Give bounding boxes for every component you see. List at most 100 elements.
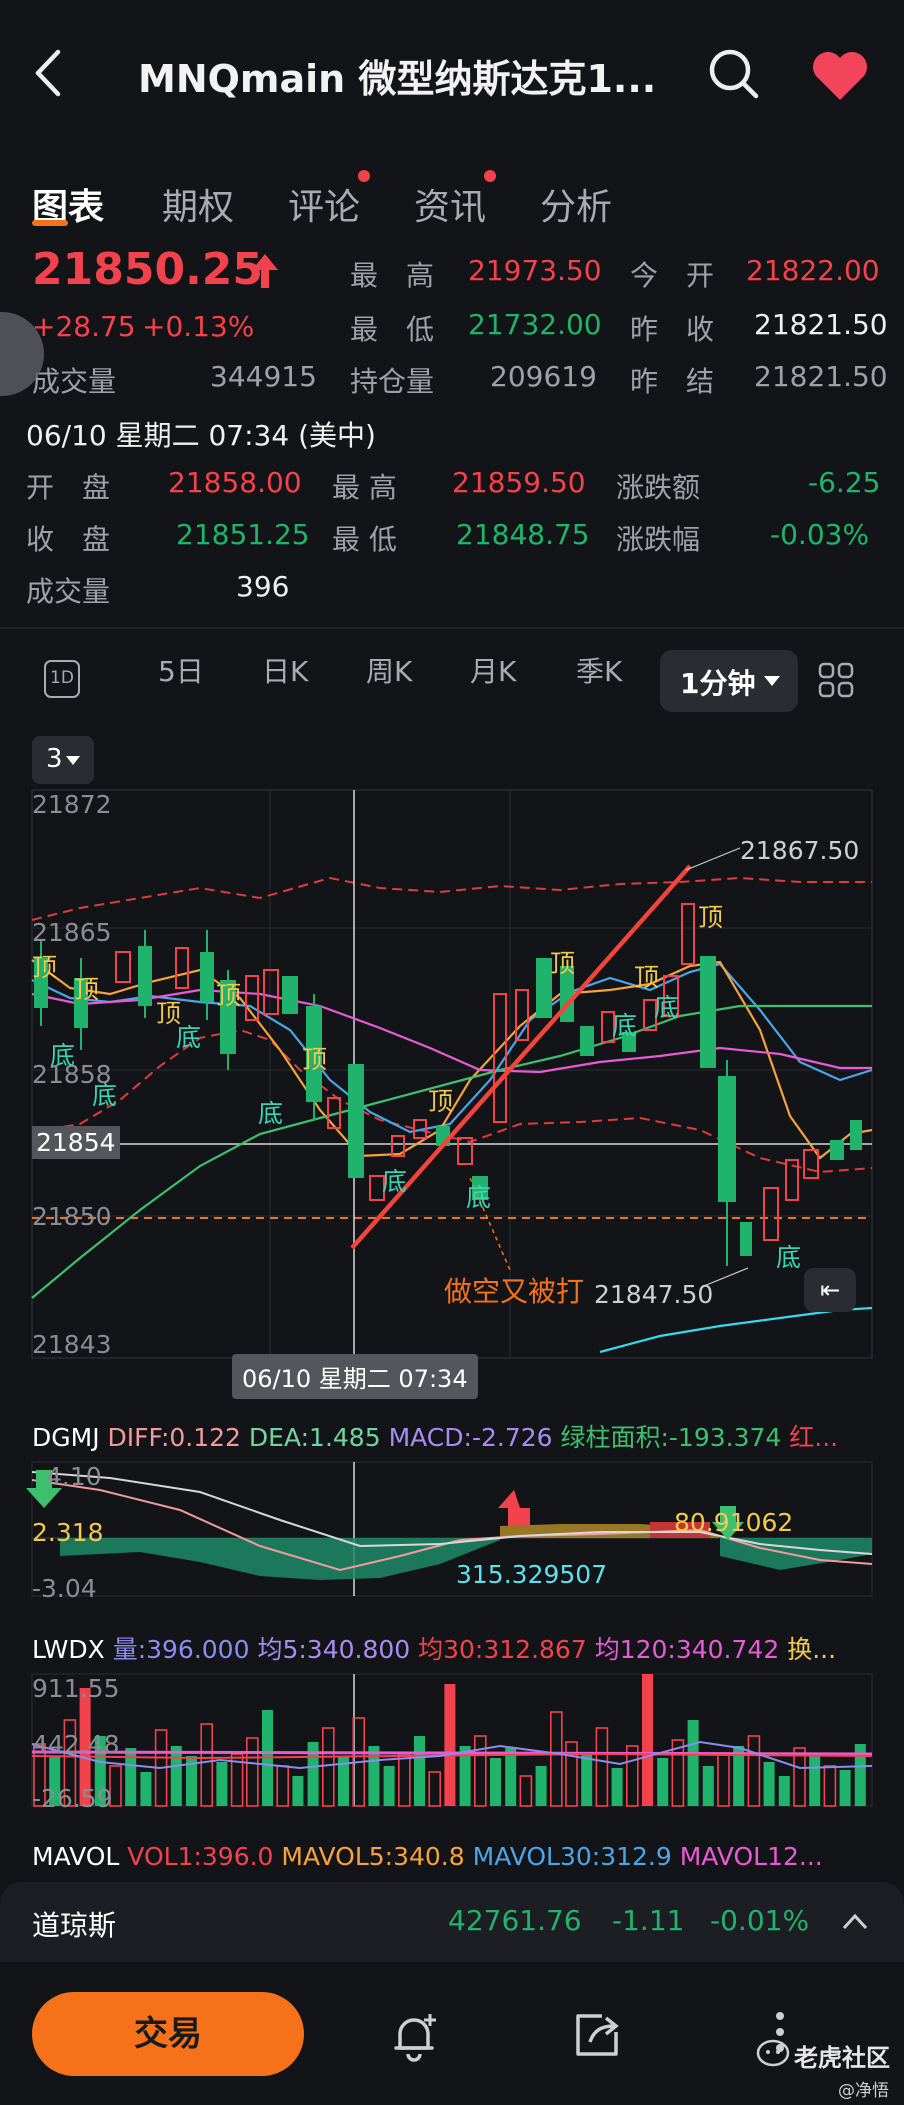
- bottom-marker: 底: [258, 1099, 284, 1128]
- tooltip-vol-label: 成交量: [26, 575, 111, 608]
- tooltip-chg-label: 涨跌额: [616, 471, 701, 504]
- alert-bell-icon[interactable]: [390, 2010, 442, 2062]
- volume-bar: [809, 1756, 821, 1806]
- low-value: 21732.00: [468, 308, 602, 341]
- watermark-text: 老虎社区: [794, 2044, 890, 2072]
- volume-bar: [383, 1766, 395, 1806]
- period-1d-button[interactable]: 1D: [44, 660, 80, 698]
- high-value: 21973.50: [468, 254, 602, 287]
- y-tick: 21872: [32, 790, 112, 819]
- grid-layout-icon[interactable]: [818, 662, 854, 698]
- top-marker: 顶: [216, 981, 242, 1010]
- lwdx-y-top: 911.55: [32, 1674, 120, 1703]
- count-label: 3: [46, 744, 63, 774]
- dgmj-macd: MACD:-2.726: [388, 1423, 553, 1452]
- y-tick: 21865: [32, 918, 112, 947]
- low-annotation: 21847.50: [594, 1280, 714, 1309]
- lwdx-y-mid: 442.48: [32, 1730, 120, 1759]
- dgmj-value-a: 315.329507: [456, 1560, 608, 1589]
- dgmj-y-mid: 2.318: [32, 1518, 104, 1547]
- volume-bar: [657, 1758, 669, 1806]
- user-annotation-note: 做空又被打: [444, 1275, 585, 1308]
- dgmj-y-top: 4.10: [46, 1462, 102, 1491]
- volume-bar: [170, 1746, 182, 1806]
- back-to-latest-button[interactable]: ⇤: [804, 1268, 856, 1312]
- tooltip-chg: -6.25: [808, 466, 881, 499]
- tab-active-underline: [32, 220, 68, 226]
- divider: [0, 627, 904, 629]
- volume-bar: [414, 1736, 425, 1806]
- tiger-logo-icon: [756, 2039, 790, 2067]
- y-tick: 21843: [32, 1330, 112, 1359]
- mavol-ma30: MAVOL30:312.9: [472, 1842, 672, 1871]
- share-icon[interactable]: [572, 2010, 622, 2060]
- count-selector[interactable]: 3: [32, 736, 94, 784]
- index-ticker[interactable]: 道琼斯 42761.76 -1.11 -0.01%: [0, 1882, 904, 1962]
- volume-bar: [505, 1748, 517, 1806]
- search-button[interactable]: [708, 48, 760, 100]
- period-dropdown[interactable]: 1分钟: [660, 650, 798, 712]
- tooltip-low-label: 最 低: [332, 523, 397, 556]
- volume-bar: [397, 1753, 411, 1807]
- tab-options[interactable]: 期权: [162, 178, 234, 230]
- bottom-marker: 底: [612, 1011, 638, 1040]
- mavol-vol1: VOL1:396.0: [127, 1842, 274, 1871]
- search-icon: [709, 49, 759, 99]
- period-weekly[interactable]: 周K: [366, 650, 412, 690]
- tab-comments[interactable]: 评论: [288, 178, 360, 230]
- dgmj-name: DGMJ: [32, 1423, 100, 1452]
- volume-bar: [490, 1758, 501, 1806]
- dgmj-green-area: 绿柱面积:-193.374: [560, 1423, 782, 1452]
- lwdx-ma30: 均30:312.867: [418, 1635, 587, 1664]
- period-selected-label: 1分钟: [680, 667, 756, 700]
- volume-bar: [140, 1772, 152, 1806]
- caret-down-icon: [764, 676, 780, 686]
- tab-analysis[interactable]: 分析: [540, 178, 612, 230]
- favorite-button[interactable]: [810, 50, 870, 102]
- trade-button[interactable]: 交易: [32, 1992, 304, 2076]
- volume-bar: [823, 1765, 837, 1807]
- volume-bar: [687, 1720, 699, 1806]
- volume-bar: [747, 1735, 761, 1807]
- dgmj-dea: DEA:1.485: [248, 1423, 381, 1452]
- volume-bar: [581, 1754, 593, 1806]
- volume-bar: [642, 1674, 653, 1806]
- oi-value: 209619: [490, 360, 597, 393]
- crosshair-price-label: 21854: [32, 1126, 120, 1159]
- volume-bar: [839, 1770, 851, 1806]
- tooltip-chg-pct: -0.03%: [770, 518, 870, 551]
- prev-settle-value: 21821.50: [754, 360, 888, 393]
- back-button[interactable]: [28, 48, 68, 98]
- top-marker: 顶: [550, 949, 576, 978]
- lwdx-legend: LWDX 量:396.000 均5:340.800 均30:312.867 均1…: [32, 1630, 836, 1666]
- bottom-marker: 底: [382, 1167, 408, 1196]
- volume-bar: [595, 1727, 609, 1807]
- top-marker: 顶: [32, 953, 58, 982]
- tab-news[interactable]: 资讯: [414, 178, 486, 230]
- crosshair-time-label: 06/10 星期二 07:34: [232, 1354, 478, 1399]
- ticker-name: 道琼斯: [32, 1909, 117, 1942]
- chevron-up-icon[interactable]: [842, 1912, 868, 1930]
- tooltip-chg-pct-label: 涨跌幅: [616, 523, 701, 556]
- high-annotation: 21867.50: [740, 836, 860, 865]
- heart-icon: [813, 52, 867, 100]
- period-quarterly[interactable]: 季K: [576, 650, 622, 690]
- volume-bar: [549, 1711, 563, 1807]
- dgmj-y-bot: -3.04: [32, 1574, 97, 1603]
- volume-bar: [519, 1775, 533, 1807]
- price-change-pct: +0.13%: [142, 310, 255, 343]
- dgmj-red-area: 红...: [789, 1423, 839, 1452]
- tooltip-high: 21859.50: [452, 466, 586, 499]
- dgmj-diff: DIFF:0.122: [107, 1423, 241, 1452]
- tooltip-open-label: 开 盘: [26, 471, 111, 504]
- volume-bar: [216, 1762, 228, 1806]
- bottom-marker: 底: [92, 1081, 118, 1110]
- tooltip-high-label: 最 高: [332, 471, 397, 504]
- period-5d[interactable]: 5日: [158, 650, 204, 690]
- last-price: 21850.25: [32, 244, 264, 295]
- open-value: 21822.00: [746, 254, 880, 287]
- tooltip-low: 21848.75: [456, 518, 590, 551]
- dgmj-value-b: 80.91062: [674, 1508, 794, 1537]
- period-monthly[interactable]: 月K: [470, 650, 516, 690]
- period-daily[interactable]: 日K: [262, 650, 308, 690]
